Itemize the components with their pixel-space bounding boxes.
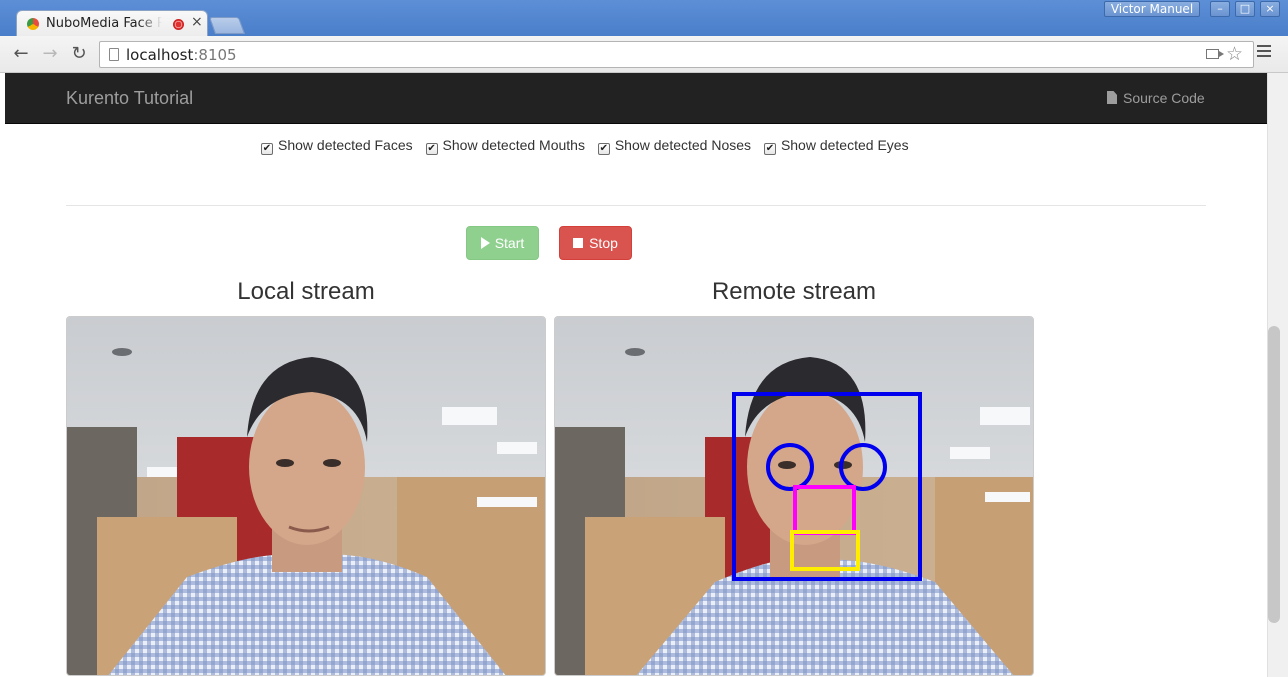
option-faces[interactable]: ✔ Show detected Faces — [261, 137, 413, 155]
remote-video[interactable] — [554, 316, 1034, 676]
page-viewport: Kurento Tutorial Source Code ✔ Show detec… — [5, 73, 1267, 677]
mouths-checkbox[interactable]: ✔ — [425, 143, 438, 155]
minimize-button[interactable]: – — [1210, 1, 1230, 17]
back-icon[interactable]: ← — [11, 43, 31, 65]
page-icon — [109, 48, 119, 61]
navbar-brand[interactable]: Kurento Tutorial — [66, 88, 193, 109]
tab-close-icon[interactable]: × — [191, 14, 203, 30]
profile-button[interactable]: Victor Manuel — [1104, 1, 1200, 17]
detection-options: ✔ Show detected Faces ✔ Show detected Mout… — [261, 137, 918, 155]
reload-icon[interactable]: ↻ — [69, 43, 89, 65]
section-divider — [66, 205, 1206, 206]
local-stream-title: Local stream — [237, 278, 375, 305]
remote-video-frame — [555, 317, 1033, 675]
faces-checkbox[interactable]: ✔ — [261, 143, 273, 155]
file-icon — [1107, 91, 1117, 104]
maximize-button[interactable]: □ — [1235, 1, 1255, 17]
stop-button[interactable]: Stop — [559, 226, 632, 260]
eyes-checkbox[interactable]: ✔ — [763, 143, 776, 155]
play-icon — [480, 237, 490, 249]
option-noses[interactable]: ✔ Show detected Noses — [597, 137, 751, 155]
start-button[interactable]: Start — [466, 226, 539, 260]
remote-stream-title: Remote stream — [711, 278, 877, 305]
window-close-button[interactable]: × — [1260, 1, 1280, 17]
option-mouths[interactable]: ✔ Show detected Mouths — [425, 137, 585, 155]
star-icon[interactable]: ☆ — [1226, 43, 1243, 65]
menu-icon[interactable] — [1257, 45, 1271, 59]
window-titlebar: NuboMedia Face Recognition × Victor Manu… — [0, 0, 1288, 37]
local-video-frame — [67, 317, 545, 675]
browser-toolbar: ← → ↻ localhost:8105 ☆ — [0, 36, 1288, 73]
tab-title: NuboMedia Face Recognition — [46, 16, 162, 31]
recording-icon — [173, 19, 184, 30]
top-navbar: Kurento Tutorial Source Code — [5, 73, 1267, 124]
forward-icon[interactable]: → — [40, 43, 60, 65]
favicon-icon — [27, 18, 39, 30]
noses-checkbox[interactable]: ✔ — [597, 143, 610, 155]
stop-icon — [573, 238, 584, 248]
source-code-link[interactable]: Source Code — [1107, 90, 1205, 106]
local-video[interactable] — [66, 316, 546, 676]
new-tab-button[interactable] — [208, 17, 246, 34]
browser-tab[interactable]: NuboMedia Face Recognition × — [16, 10, 208, 37]
address-bar[interactable]: localhost:8105 ☆ — [99, 41, 1254, 68]
scrollbar-thumb[interactable] — [1268, 326, 1280, 623]
option-eyes[interactable]: ✔ Show detected Eyes — [763, 137, 909, 155]
camera-icon[interactable] — [1206, 49, 1224, 59]
url-text: localhost:8105 — [126, 46, 237, 64]
